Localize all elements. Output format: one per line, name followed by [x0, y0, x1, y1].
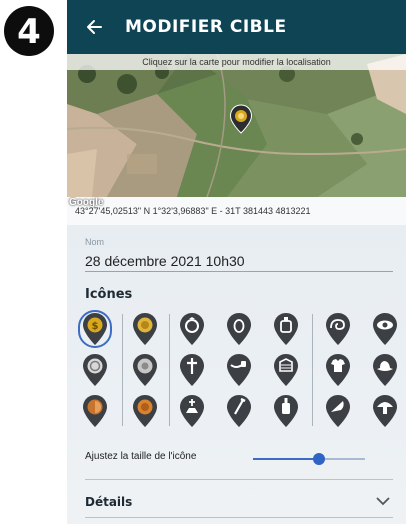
icon-option-bottle[interactable]	[273, 312, 299, 346]
icon-option-coin-6[interactable]	[132, 394, 158, 428]
slider-rest-track	[319, 458, 365, 460]
coordinates-bar: Google 43°27'45,02513" N 1°32'3,96883" E…	[67, 197, 406, 225]
icon-option-coin-5[interactable]	[82, 394, 108, 428]
icon-group-divider	[312, 314, 313, 426]
coin-icon	[83, 395, 107, 427]
icon-option-hat[interactable]	[372, 353, 398, 387]
details-expander[interactable]: Détails	[67, 486, 406, 518]
mushroom-icon	[373, 395, 397, 427]
map-hint-text: Cliquez sur la carte pour modifier la lo…	[67, 54, 406, 70]
icon-group-divider	[169, 314, 170, 426]
icon-option-coin-1[interactable]: $	[82, 312, 108, 346]
icon-option-shirt[interactable]	[325, 353, 351, 387]
name-field-label: Nom	[85, 237, 105, 247]
icon-option-grave[interactable]	[179, 394, 205, 428]
nail-icon	[227, 395, 251, 427]
icon-option-pendant[interactable]	[226, 312, 252, 346]
map-location-marker[interactable]	[229, 104, 253, 134]
icon-option-coin-4[interactable]	[132, 353, 158, 387]
satellite-map[interactable]: Cliquez sur la carte pour modifier la lo…	[67, 54, 406, 197]
details-label: Détails	[85, 495, 133, 509]
icon-size-slider[interactable]	[253, 452, 365, 466]
coin-icon	[133, 354, 157, 386]
phone-screen: MODIFIER CIBLE Cliquez sur la carte pour…	[67, 0, 406, 524]
icon-option-eye[interactable]	[372, 312, 398, 346]
icon-option-ring[interactable]	[179, 312, 205, 346]
top-app-bar: MODIFIER CIBLE	[67, 0, 406, 54]
coin-icon: $	[83, 313, 107, 345]
bottle-icon	[274, 313, 298, 345]
icon-option-mushroom[interactable]	[372, 394, 398, 428]
divider	[85, 479, 393, 480]
coordinates-text: 43°27'45,02513" N 1°32'3,96883" E - 31T …	[75, 206, 311, 216]
chevron-down-icon	[376, 497, 390, 506]
pin-icon	[229, 104, 253, 134]
coin-icon	[83, 354, 107, 386]
icon-option-coin-3[interactable]	[82, 353, 108, 387]
icon-group-divider	[122, 314, 123, 426]
cross-icon	[180, 354, 204, 386]
slider-thumb[interactable]	[313, 453, 325, 465]
snail-icon	[326, 313, 350, 345]
bag-icon	[274, 354, 298, 386]
icon-option-snail[interactable]	[325, 312, 351, 346]
icon-option-cross[interactable]	[179, 353, 205, 387]
shell-icon	[326, 395, 350, 427]
name-input[interactable]	[85, 250, 393, 272]
back-button[interactable]	[67, 0, 121, 54]
eye-icon	[373, 313, 397, 345]
grave-icon	[180, 395, 204, 427]
pipe-icon	[227, 354, 251, 386]
svg-text:$: $	[92, 321, 99, 332]
coin-icon	[133, 313, 157, 345]
svg-text:4: 4	[17, 12, 41, 52]
icon-picker-grid: $	[78, 310, 401, 430]
pendant-icon	[227, 313, 251, 345]
icon-option-bag[interactable]	[273, 353, 299, 387]
slider-filled-track	[253, 458, 319, 460]
icon-option-bottle-2[interactable]	[273, 394, 299, 428]
icon-option-pipe[interactable]	[226, 353, 252, 387]
icon-size-label: Ajustez la taille de l'icône	[85, 451, 197, 462]
icons-section-title: Icônes	[85, 287, 133, 302]
bottle-icon	[274, 395, 298, 427]
back-arrow-icon	[87, 20, 102, 34]
page-title: MODIFIER CIBLE	[125, 17, 287, 37]
icon-option-shell[interactable]	[325, 394, 351, 428]
shirt-icon	[326, 354, 350, 386]
icon-option-nail[interactable]	[226, 394, 252, 428]
hat-icon	[373, 354, 397, 386]
icon-option-coin-2[interactable]	[132, 312, 158, 346]
coin-icon	[133, 395, 157, 427]
ring-icon	[180, 313, 204, 345]
step-number-badge: 4	[3, 5, 55, 57]
divider	[85, 517, 393, 518]
